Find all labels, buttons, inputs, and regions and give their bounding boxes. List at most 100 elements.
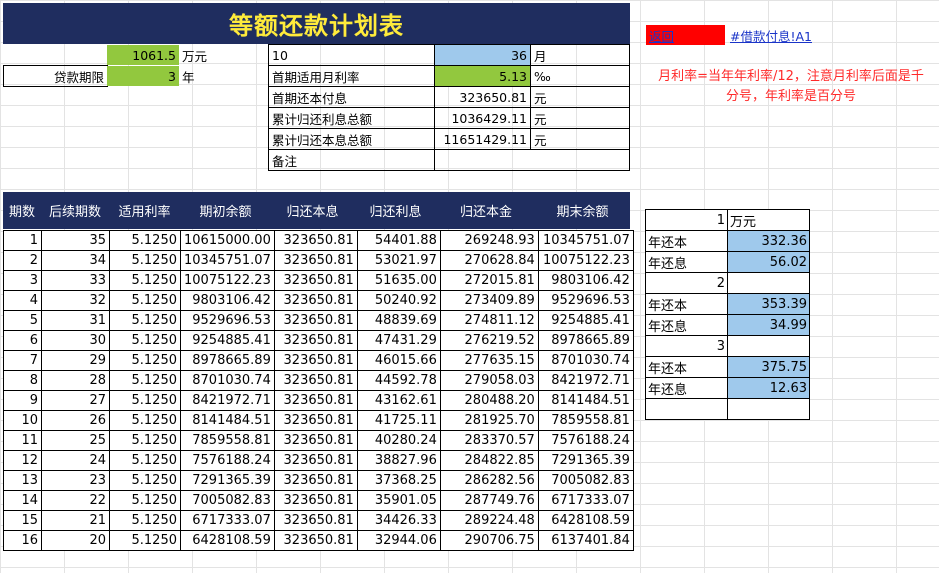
table-cell[interactable]: 5.1250 bbox=[109, 390, 181, 411]
table-cell[interactable]: 323650.81 bbox=[273, 490, 358, 511]
table-cell[interactable]: 9 bbox=[3, 390, 42, 411]
summary-label-cell[interactable]: 1 bbox=[645, 209, 728, 231]
table-cell[interactable]: 5.1250 bbox=[109, 450, 181, 471]
table-cell[interactable]: 8 bbox=[3, 370, 42, 391]
table-cell[interactable]: 40280.24 bbox=[356, 430, 441, 451]
table-cell[interactable]: 7005082.83 bbox=[180, 490, 275, 511]
c10-cell[interactable]: 10 bbox=[268, 44, 435, 66]
table-cell[interactable]: 287749.76 bbox=[439, 490, 539, 511]
table-cell[interactable]: 7859558.81 bbox=[180, 430, 275, 451]
table-cell[interactable]: 53021.97 bbox=[356, 250, 441, 271]
table-cell[interactable]: 7 bbox=[3, 350, 42, 371]
table-cell[interactable]: 9803106.42 bbox=[180, 290, 275, 311]
table-cell[interactable]: 8421972.71 bbox=[537, 370, 634, 391]
table-cell[interactable]: 272015.81 bbox=[439, 270, 539, 291]
table-cell[interactable]: 8978665.89 bbox=[537, 330, 634, 351]
table-cell[interactable]: 9803106.42 bbox=[537, 270, 634, 291]
first-payment-value-cell[interactable]: 323650.81 bbox=[434, 86, 531, 108]
table-cell[interactable]: 7291365.39 bbox=[180, 470, 275, 491]
table-cell[interactable]: 4 bbox=[3, 290, 42, 311]
loan-unit-cell[interactable]: 万元 bbox=[179, 45, 268, 65]
table-cell[interactable]: 8141484.51 bbox=[537, 390, 634, 411]
table-cell[interactable]: 323650.81 bbox=[273, 250, 358, 271]
table-cell[interactable]: 23 bbox=[41, 470, 110, 491]
table-cell[interactable]: 50240.92 bbox=[356, 290, 441, 311]
table-cell[interactable]: 5.1250 bbox=[109, 370, 181, 391]
summary-value-cell[interactable]: 12.63 bbox=[727, 377, 810, 399]
table-cell[interactable]: 323650.81 bbox=[273, 270, 358, 291]
column-header[interactable]: 后续期数 bbox=[41, 192, 109, 229]
table-cell[interactable]: 5.1250 bbox=[109, 410, 181, 431]
table-cell[interactable]: 32 bbox=[41, 290, 110, 311]
summary-label-cell[interactable]: 年还本 bbox=[645, 293, 728, 315]
table-cell[interactable]: 5.1250 bbox=[109, 470, 181, 491]
loan-amount-cell[interactable]: 1061.5 bbox=[107, 45, 179, 65]
table-cell[interactable]: 9529696.53 bbox=[180, 310, 275, 331]
column-header[interactable]: 期初余额 bbox=[180, 192, 271, 229]
table-cell[interactable]: 48839.69 bbox=[356, 310, 441, 331]
table-cell[interactable]: 8978665.89 bbox=[180, 350, 275, 371]
term-unit-cell[interactable]: 年 bbox=[179, 66, 268, 86]
column-header[interactable]: 归还利息 bbox=[354, 192, 437, 229]
summary-value-cell[interactable] bbox=[727, 398, 810, 420]
table-cell[interactable]: 5.1250 bbox=[109, 510, 181, 531]
table-cell[interactable]: 8421972.71 bbox=[180, 390, 275, 411]
column-header[interactable]: 适用利率 bbox=[109, 192, 180, 229]
table-cell[interactable]: 6137401.84 bbox=[537, 530, 634, 551]
table-cell[interactable]: 8701030.74 bbox=[537, 350, 634, 371]
table-cell[interactable]: 7576188.24 bbox=[180, 450, 275, 471]
table-cell[interactable]: 54401.88 bbox=[356, 230, 441, 251]
table-cell[interactable]: 34 bbox=[41, 250, 110, 271]
table-cell[interactable]: 5.1250 bbox=[109, 490, 181, 511]
table-cell[interactable]: 5.1250 bbox=[109, 310, 181, 331]
summary-value-cell[interactable]: 332.36 bbox=[727, 230, 810, 252]
summary-value-cell[interactable]: 34.99 bbox=[727, 314, 810, 336]
table-cell[interactable]: 1 bbox=[3, 230, 42, 251]
table-cell[interactable]: 7291365.39 bbox=[537, 450, 634, 471]
table-cell[interactable]: 27 bbox=[41, 390, 110, 411]
cum-interest-value-cell[interactable]: 1036429.11 bbox=[434, 107, 531, 129]
column-header[interactable]: 期数 bbox=[3, 192, 41, 229]
table-cell[interactable]: 5.1250 bbox=[109, 350, 181, 371]
table-cell[interactable]: 5 bbox=[3, 310, 42, 331]
table-cell[interactable]: 323650.81 bbox=[273, 330, 358, 351]
table-cell[interactable]: 10075122.23 bbox=[537, 250, 634, 271]
cum-total-label-cell[interactable]: 累计归还本息总额 bbox=[268, 128, 435, 150]
cum-total-value-cell[interactable]: 11651429.11 bbox=[434, 128, 531, 150]
table-cell[interactable]: 51635.00 bbox=[356, 270, 441, 291]
table-cell[interactable]: 269248.93 bbox=[439, 230, 539, 251]
table-cell[interactable]: 6717333.07 bbox=[180, 510, 275, 531]
table-cell[interactable]: 43162.61 bbox=[356, 390, 441, 411]
table-cell[interactable]: 5.1250 bbox=[109, 530, 181, 551]
table-cell[interactable]: 33 bbox=[41, 270, 110, 291]
summary-value-cell[interactable]: 375.75 bbox=[727, 356, 810, 378]
table-cell[interactable]: 10345751.07 bbox=[180, 250, 275, 271]
table-cell[interactable]: 11 bbox=[3, 430, 42, 451]
table-cell[interactable]: 286282.56 bbox=[439, 470, 539, 491]
remark-value-cell[interactable] bbox=[434, 149, 630, 171]
table-cell[interactable]: 8141484.51 bbox=[180, 410, 275, 431]
table-cell[interactable]: 46015.66 bbox=[356, 350, 441, 371]
table-cell[interactable]: 32944.06 bbox=[356, 530, 441, 551]
summary-value-cell[interactable] bbox=[727, 272, 810, 294]
table-cell[interactable]: 323650.81 bbox=[273, 410, 358, 431]
summary-value-cell[interactable] bbox=[727, 335, 810, 357]
months-value-cell[interactable]: 36 bbox=[434, 44, 531, 66]
table-cell[interactable]: 7005082.83 bbox=[537, 470, 634, 491]
back-link[interactable]: 返回 bbox=[649, 26, 674, 45]
table-cell[interactable]: 5.1250 bbox=[109, 330, 181, 351]
table-cell[interactable]: 24 bbox=[41, 450, 110, 471]
table-cell[interactable]: 283370.57 bbox=[439, 430, 539, 451]
table-cell[interactable]: 323650.81 bbox=[273, 470, 358, 491]
summary-label-cell[interactable]: 年还息 bbox=[645, 251, 728, 273]
summary-label-cell[interactable]: 年还息 bbox=[645, 377, 728, 399]
sheet-link[interactable]: #借款付息!A1 bbox=[730, 26, 812, 45]
table-cell[interactable]: 9254885.41 bbox=[537, 310, 634, 331]
table-cell[interactable]: 10 bbox=[3, 410, 42, 431]
table-cell[interactable]: 26 bbox=[41, 410, 110, 431]
table-cell[interactable]: 22 bbox=[41, 490, 110, 511]
table-cell[interactable]: 15 bbox=[3, 510, 42, 531]
summary-label-cell[interactable] bbox=[645, 398, 728, 420]
table-cell[interactable]: 276219.52 bbox=[439, 330, 539, 351]
months-unit-cell[interactable]: 月 bbox=[530, 44, 630, 66]
